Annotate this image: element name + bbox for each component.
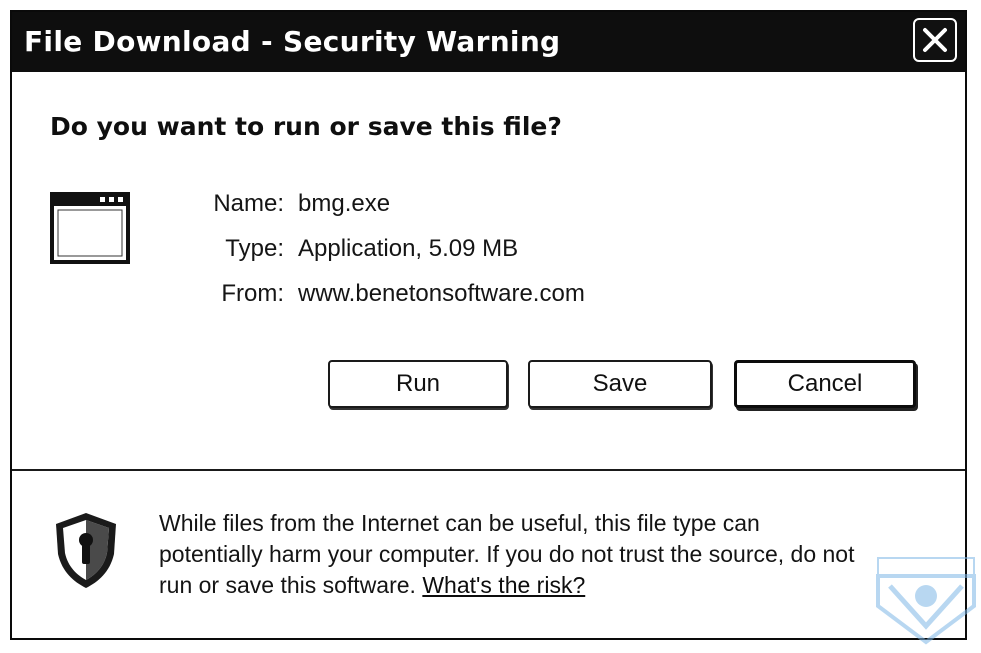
window-title: File Download - Security Warning [24,25,561,58]
security-warning-dialog: File Download - Security Warning Do you … [10,10,967,640]
from-label: From: [221,280,284,307]
name-label: Name: [213,190,284,217]
file-source-row: From: www.benetonsoftware.com [162,280,585,308]
title-bar[interactable]: File Download - Security Warning [12,12,965,72]
close-icon [923,28,947,52]
brand-watermark-icon [876,557,976,645]
warning-line-3-text: run or save this software. [159,572,423,598]
warning-line-2: potentially harm your computer. If you d… [159,541,855,567]
warning-line-1: While files from the Internet can be use… [159,510,760,536]
cancel-button[interactable]: Cancel [734,360,916,408]
security-shield-icon [56,513,116,588]
warning-line-3: run or save this software. What's the ri… [159,570,939,601]
file-name-row: Name: bmg.exe [162,190,390,218]
type-label: Type: [225,235,284,262]
whats-the-risk-link[interactable]: What's the risk? [422,572,585,598]
from-value: www.benetonsoftware.com [298,280,585,307]
name-value: bmg.exe [298,190,391,217]
run-button[interactable]: Run [328,360,508,408]
section-divider [12,469,965,471]
file-type-row: Type: Application, 5.09 MB [162,235,518,263]
save-button[interactable]: Save [528,360,712,408]
application-window-icon [50,192,130,264]
download-question: Do you want to run or save this file? [50,112,562,141]
close-button[interactable] [913,18,957,62]
security-warning-text: While files from the Internet can be use… [159,508,939,601]
type-value: Application, 5.09 MB [298,235,519,262]
